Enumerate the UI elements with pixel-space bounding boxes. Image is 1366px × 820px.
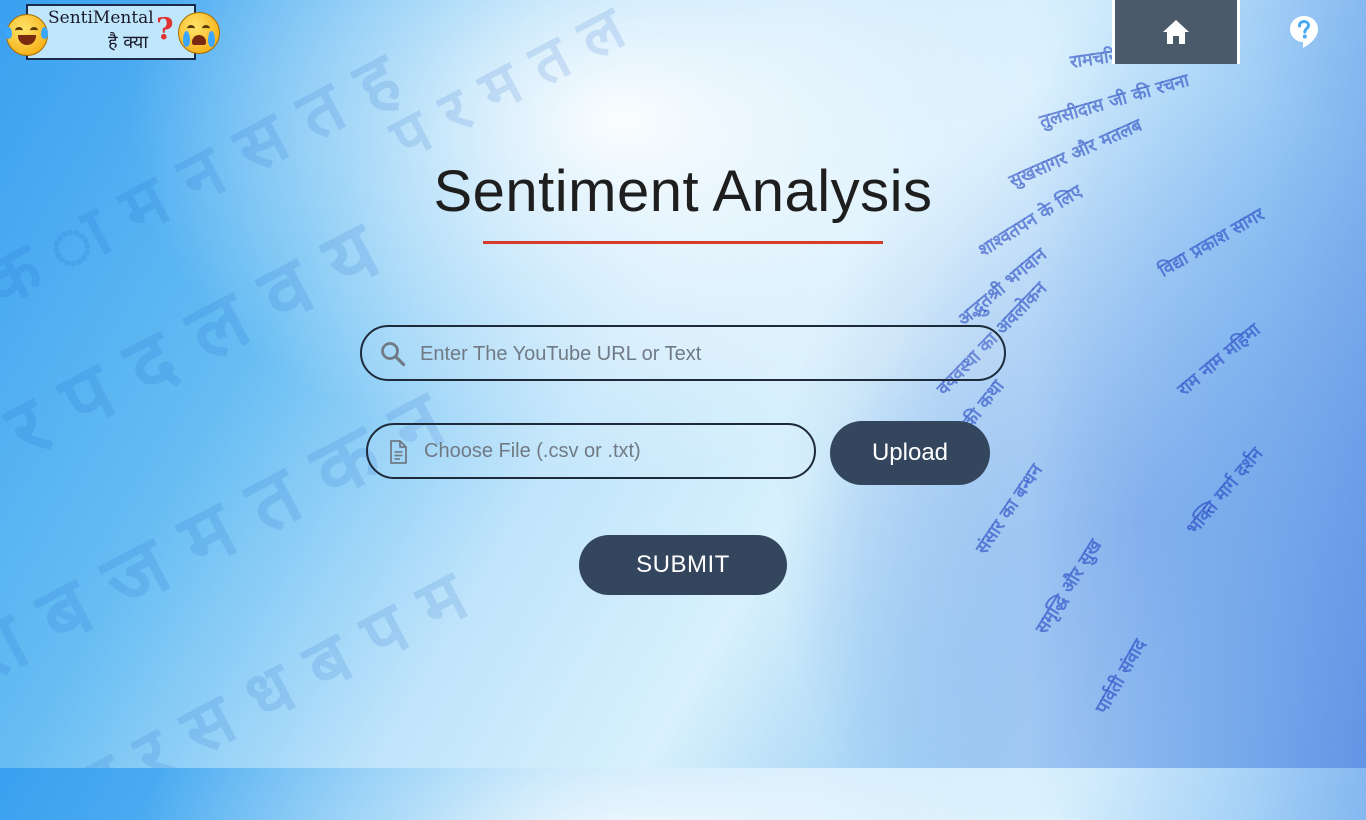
help-bubble-icon	[1290, 16, 1318, 48]
help-button[interactable]	[1288, 14, 1320, 50]
search-field[interactable]	[360, 325, 1006, 381]
page-title: Sentiment Analysis	[433, 159, 933, 224]
logo-subtitle-text: है क्या	[108, 32, 149, 53]
search-icon	[381, 342, 406, 367]
logo[interactable]: SentiMental है क्या ?	[4, 2, 220, 62]
file-icon	[390, 440, 407, 464]
upload-button[interactable]: Upload	[830, 421, 990, 485]
logo-brand-text: SentiMental	[48, 8, 154, 28]
search-input[interactable]	[418, 335, 982, 373]
file-chooser[interactable]: Choose File (.csv or .txt)	[366, 423, 816, 479]
submit-button[interactable]: SUBMIT	[579, 535, 787, 595]
laughing-emoji-icon	[5, 14, 48, 56]
title-underline	[483, 241, 883, 244]
home-button[interactable]	[1112, 0, 1240, 64]
file-chooser-placeholder: Choose File (.csv or .txt)	[424, 440, 641, 462]
text-scroll-decoration: रामचरितमानस के दोहे तुलसीदास जी की रचना …	[860, 0, 1366, 820]
crying-emoji-icon	[178, 12, 220, 54]
background-image: क ा म न स त ह ग र प द ल व य श ब ज म त क …	[0, 0, 636, 768]
logo-question-mark: ?	[156, 12, 174, 47]
home-icon	[1163, 20, 1189, 44]
